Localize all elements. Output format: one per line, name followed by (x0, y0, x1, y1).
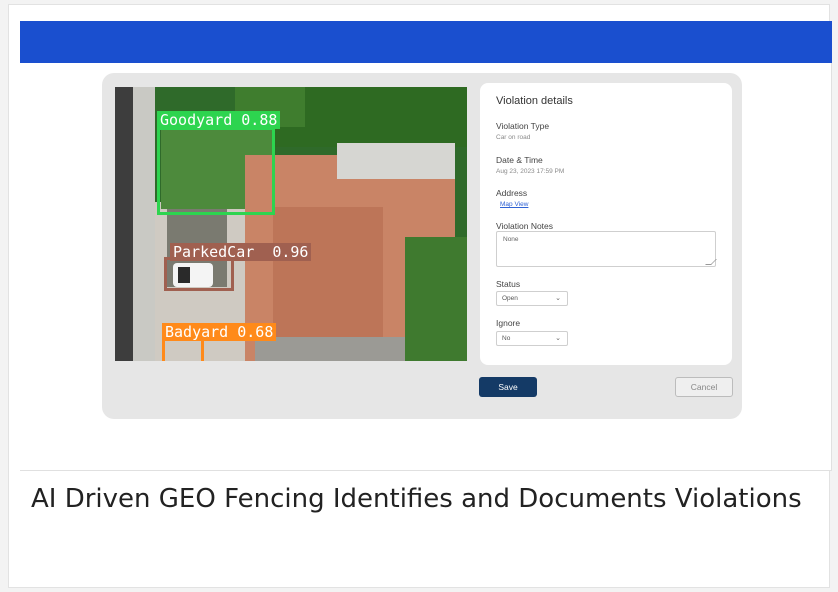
violation-panel: Goodyard 0.88 ParkedCar 0.96 Badyard 0.6… (102, 73, 742, 419)
resize-handle-icon[interactable] (705, 259, 717, 265)
chevron-down-icon: ⌄ (555, 295, 561, 302)
status-label: Status (496, 279, 521, 289)
violation-notes-label: Violation Notes (496, 221, 554, 231)
parked-car-detection-box (164, 257, 234, 291)
status-select[interactable]: Open ⌄ (496, 291, 568, 306)
goodyard-detection-label: Goodyard 0.88 (157, 111, 281, 129)
details-title: Violation details (496, 95, 573, 107)
ignore-select[interactable]: No ⌄ (496, 331, 568, 346)
aerial-detection-image: Goodyard 0.88 ParkedCar 0.96 Badyard 0.6… (115, 87, 467, 361)
feature-caption: AI Driven GEO Fencing Identifies and Doc… (31, 484, 802, 514)
ignore-selected-value: No (502, 335, 511, 342)
violation-notes-textarea[interactable]: None (496, 231, 717, 267)
violation-type-label: Violation Type (496, 121, 550, 131)
violation-type-value: Car on road (496, 134, 531, 141)
map-view-link[interactable]: Map View (500, 201, 528, 208)
cancel-button[interactable]: Cancel (675, 377, 733, 397)
address-label: Address (496, 188, 528, 198)
content-card: Goodyard 0.88 ParkedCar 0.96 Badyard 0.6… (8, 4, 832, 588)
app-header-bar (20, 21, 832, 63)
datetime-label: Date & Time (496, 155, 543, 165)
parked-car-detection-label: ParkedCar 0.96 (170, 243, 312, 261)
ignore-label: Ignore (496, 318, 521, 328)
datetime-value: Aug 23, 2023 17:59 PM (496, 168, 565, 175)
chevron-down-icon: ⌄ (555, 335, 561, 342)
goodyard-detection-box (157, 127, 275, 215)
status-selected-value: Open (502, 295, 518, 302)
violation-details-card: Violation details Violation Type Car on … (480, 83, 732, 365)
app-screenshot: Goodyard 0.88 ParkedCar 0.96 Badyard 0.6… (20, 21, 832, 471)
badyard-detection-label: Badyard 0.68 (162, 323, 277, 341)
notes-text: None (503, 236, 519, 243)
save-button[interactable]: Save (479, 377, 537, 397)
